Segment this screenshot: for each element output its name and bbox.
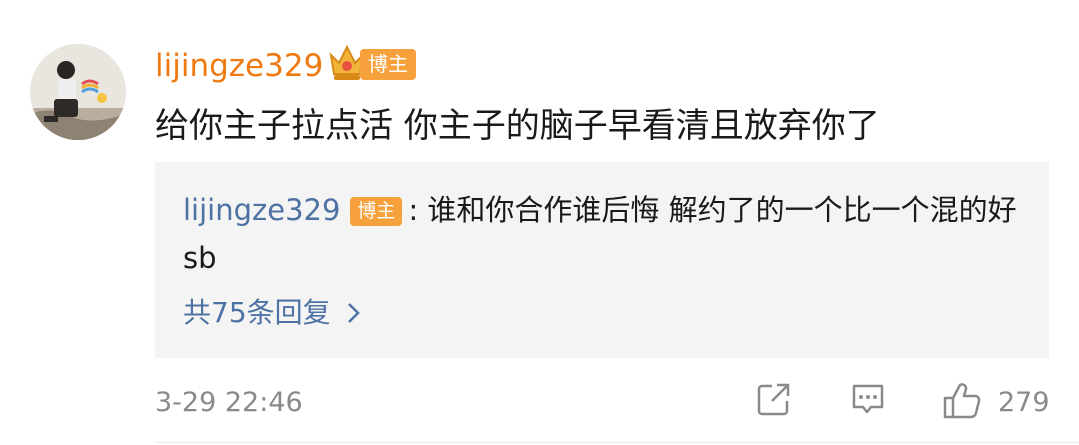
comment-text: 给你主子拉点活 你主子的脑子早看清且放弃你了 (155, 106, 880, 146)
view-replies-link[interactable]: 共75条回复 (183, 293, 361, 333)
blogger-badge: 博主 (360, 49, 416, 80)
divider (155, 442, 1079, 443)
avatar-photo (30, 44, 126, 140)
reply-content: lijingze329 博主: 谁和你合作谁后悔 解约了的一个比一个混的好 sb (183, 186, 1023, 282)
comment-timestamp: 3-29 22:46 (155, 387, 303, 418)
avatar[interactable] (30, 44, 126, 140)
comment-username[interactable]: lijingze329 (155, 44, 323, 88)
reply-preview[interactable]: lijingze329 博主: 谁和你合作谁后悔 解约了的一个比一个混的好 sb … (155, 162, 1049, 358)
chevron-right-icon (347, 303, 360, 323)
reply-username[interactable]: lijingze329 (183, 193, 340, 227)
like-count: 279 (998, 387, 1050, 418)
reply-blogger-badge: 博主 (350, 197, 403, 226)
reply-count-label: 共75条回复 (183, 296, 331, 329)
share-icon[interactable] (756, 381, 792, 417)
comment-icon[interactable] (850, 381, 886, 417)
like-icon[interactable] (942, 381, 982, 421)
